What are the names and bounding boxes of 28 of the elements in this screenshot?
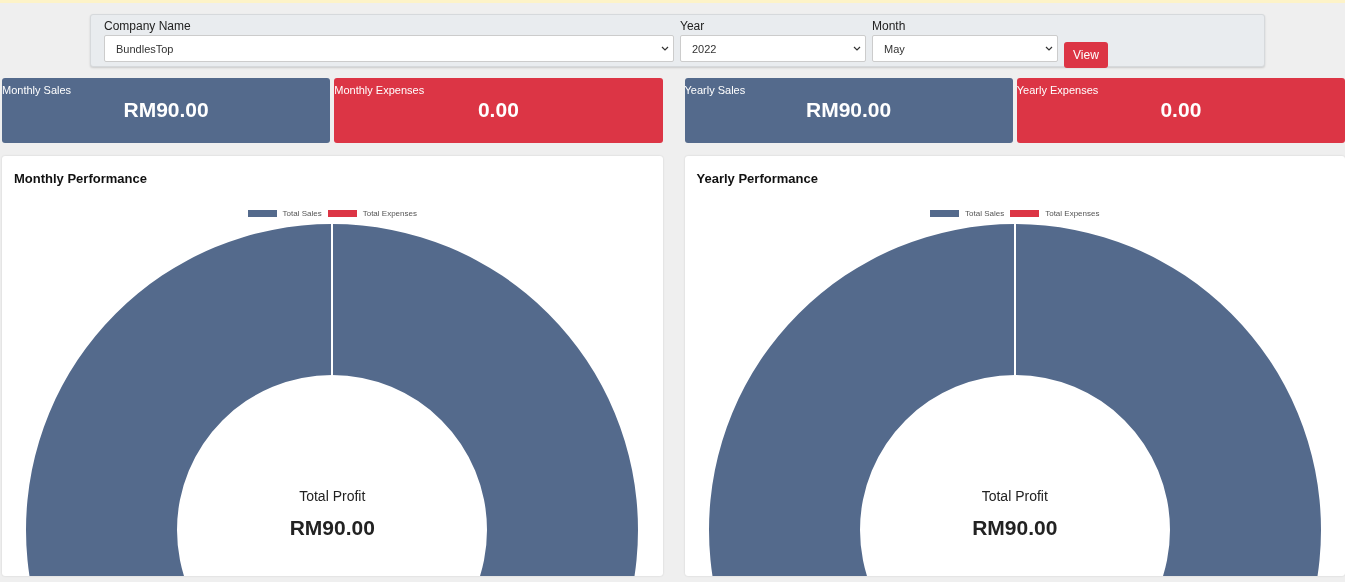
panel-title: Monthly Performance	[14, 171, 147, 186]
field-label: Year	[680, 19, 706, 33]
legend-label: Total Sales	[282, 209, 322, 218]
center-label: Total Profit	[299, 488, 366, 504]
card-label: Monthly Sales	[2, 84, 72, 96]
legend-label: Total Expenses	[362, 209, 417, 218]
panel-title: Yearly Performance	[696, 171, 818, 186]
card-label: Yearly Expenses	[1016, 84, 1099, 96]
card-label: Yearly Sales	[684, 84, 746, 96]
select-field[interactable]: BundlesTop	[104, 35, 674, 62]
card-value: RM90.00	[123, 98, 209, 122]
card-value: 0.00	[477, 98, 519, 122]
chevron-down-icon	[1045, 45, 1053, 52]
card-value: RM90.00	[806, 98, 892, 122]
field-label: Month	[872, 19, 907, 33]
select-field[interactable]: May	[872, 35, 1058, 62]
field-label: Company Name	[104, 19, 192, 33]
card-value: 0.00	[1160, 98, 1202, 122]
legend-label: Total Expenses	[1045, 209, 1100, 218]
view-button[interactable]: View	[1064, 42, 1108, 68]
center-value: RM90.00	[289, 516, 375, 540]
select-field[interactable]: 2022	[680, 35, 866, 62]
center-label: Total Profit	[981, 488, 1048, 504]
center-value: RM90.00	[972, 516, 1058, 540]
chevron-down-icon	[853, 45, 861, 52]
chevron-down-icon	[661, 45, 669, 52]
card-label: Monthly Expenses	[334, 84, 425, 96]
legend-label: Total Sales	[965, 209, 1005, 218]
